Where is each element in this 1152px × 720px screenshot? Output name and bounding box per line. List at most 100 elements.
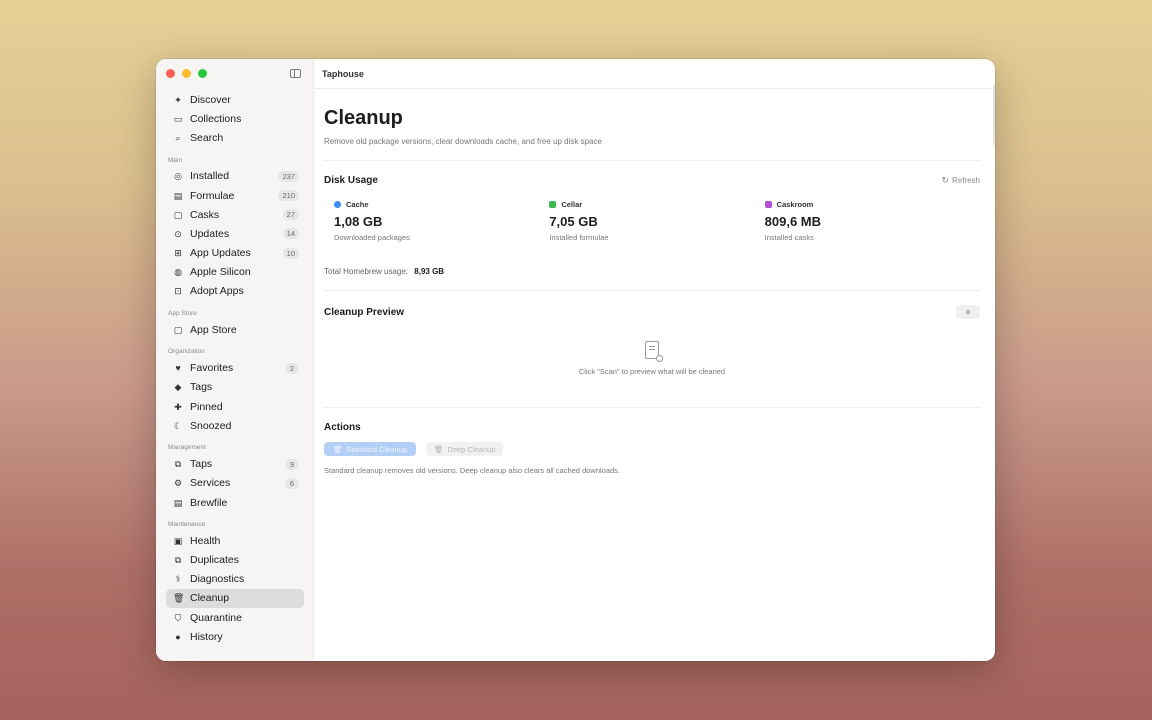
sidebar-item-apple-silicon[interactable]: ◍ Apple Silicon [166,263,304,282]
trash-icon: 🗑 [434,444,444,454]
sparkle-icon: ✦ [174,94,182,105]
refresh-button[interactable]: ↻ Refresh [941,175,980,186]
usage-card-cellar: Cellar 7,05 GB Installed formulae [549,200,764,242]
sidebar-section-header: App Store [168,310,197,318]
sidebar-item-favorites[interactable]: ♥ Favorites 2 [166,359,304,378]
bag-icon: ▢ [173,324,183,335]
usage-card-desc: Installed formulae [549,233,609,242]
document-icon: ▤ [173,497,183,508]
sidebar-item-label: History [190,630,223,643]
preview-empty-state: Click "Scan" to preview what will be cle… [324,341,980,376]
usage-card-header: Cache [334,200,549,209]
page-subtitle: Remove old package versions, clear downl… [324,137,602,146]
divider [324,290,980,291]
sidebar-item-pinned[interactable]: ✚ Pinned [166,397,304,416]
actions-header: Actions [324,422,980,433]
count-badge: 14 [282,228,299,240]
sidebar-item-brewfile[interactable]: ▤ Brewfile [166,493,304,512]
sidebar-item-services[interactable]: ⚙ Services 6 [166,474,304,493]
actions-title: Actions [324,422,361,433]
sidebar-item-casks[interactable]: ▢ Casks 27 [166,205,304,224]
sidebar-item-label: Formulae [190,189,235,202]
sidebar-item-diagnostics[interactable]: ⚕ Diagnostics [166,570,304,589]
actions-note: Standard cleanup removes old versions. D… [324,466,621,475]
usage-card-value: 7,05 GB [549,214,598,229]
sidebar-item-label: Installed [190,170,230,183]
chip-icon: ◍ [174,267,182,278]
sidebar-item-label: Adopt Apps [190,285,244,298]
sidebar-item-app-updates[interactable]: ⊞ App Updates 10 [166,244,304,263]
sidebar-item-label: Casks [190,208,220,221]
sidebar-item-label: App Updates [190,247,251,260]
sidebar-item-label: Search [190,131,224,144]
sidebar-item-formulae[interactable]: ▤ Formulae 210 [166,186,304,205]
usage-card-cache: Cache 1,08 GB Downloaded packages [334,200,549,242]
sidebar-section-header: Main [168,156,183,164]
usage-card-desc: Downloaded packages [334,233,410,242]
sidebar-item-label: Health [190,534,221,547]
window-title: Taphouse [322,69,364,79]
sidebar-item-collections[interactable]: ▭ Collections [166,109,304,128]
check-circle-icon: ◎ [174,171,182,182]
health-icon: ▣ [173,535,183,546]
scan-button[interactable]: ✳ [956,305,980,319]
sidebar-item-snoozed[interactable]: ☾ Snoozed [166,416,304,435]
zoom-button[interactable] [198,69,207,78]
sidebar-item-label: Favorites [190,362,234,375]
deep-cleanup-button[interactable]: 🗑 Deep Cleanup [426,442,504,456]
count-badge: 10 [282,247,299,259]
shield-icon: ⛉ [174,612,182,623]
sidebar-item-label: Diagnostics [190,573,245,586]
usage-card-label: Caskroom [776,200,814,209]
heart-icon: ♥ [175,363,181,374]
pin-icon: ✚ [174,401,182,412]
sidebar-item-taps[interactable]: ⧉ Taps 9 [166,455,304,474]
sidebar-item-label: App Store [190,323,237,336]
sidebar-item-label: Collections [190,112,242,125]
usage-card-value: 1,08 GB [334,214,383,229]
sidebar-item-tags[interactable]: ◆ Tags [166,378,304,397]
update-icon: ⊙ [174,228,182,239]
sidebar-item-label: Updates [190,227,230,240]
scrollbar[interactable] [993,85,995,145]
sidebar-item-label: Cleanup [190,592,230,605]
sidebar-item-history[interactable]: ● History [166,627,304,646]
document-search-icon [645,341,663,362]
spinner-icon: ✳ [964,307,972,317]
count-badge: 27 [282,209,299,221]
sidebar-item-updates[interactable]: ⊙ Updates 14 [166,224,304,243]
standard-cleanup-button[interactable]: 🗑 Standard Cleanup [324,442,416,456]
sidebar-nav: ✦ Discover ▭ Collections ⌕ Search Main ◎ Install… [166,90,304,646]
snooze-icon: ☾ [173,420,183,431]
tag-icon: ◆ [174,382,182,393]
divider [324,407,980,408]
sidebar-item-cleanup[interactable]: 🗑 Cleanup [166,588,304,609]
deep-cleanup-label: Deep Cleanup [447,444,496,454]
sidebar-item-adopt-apps[interactable]: ⊡ Adopt Apps [166,282,304,301]
adopt-icon: ⊡ [174,286,182,297]
sidebar-item-label: Brewfile [190,496,228,509]
sidebar-item-discover[interactable]: ✦ Discover [166,90,304,109]
sidebar-item-search[interactable]: ⌕ Search [166,128,304,147]
cellar-icon [549,201,557,208]
page-title: Cleanup [324,107,403,129]
close-button[interactable] [166,69,175,78]
sidebar: ✦ Discover ▭ Collections ⌕ Search Main ◎ Install… [156,59,314,661]
sidebar-item-quarantine[interactable]: ⛉ Quarantine [166,608,304,627]
cleanup-preview-header: Cleanup Preview ✳ [324,305,980,319]
cleanup-preview-title: Cleanup Preview [324,306,405,318]
gears-icon: ⚙ [173,478,183,489]
usage-card-caskroom: Caskroom 809,6 MB Installed casks [764,200,980,242]
count-badge: 210 [278,190,299,202]
sidebar-item-label: Discover [190,93,231,106]
usage-card-desc: Installed casks [764,233,814,242]
sidebar-item-app-store[interactable]: ▢ App Store [166,320,304,339]
sidebar-toggle-icon[interactable] [290,69,301,78]
minimize-button[interactable] [182,69,191,78]
sidebar-item-duplicates[interactable]: ⧉ Duplicates [166,551,304,570]
preview-empty-text: Click "Scan" to preview what will be cle… [578,367,726,376]
sidebar-item-health[interactable]: ▣ Health [166,531,304,550]
sidebar-item-installed[interactable]: ◎ Installed 237 [166,167,304,186]
sidebar-section-header: Maintenance [168,521,206,529]
diagnostics-icon: ⚕ [175,574,181,585]
